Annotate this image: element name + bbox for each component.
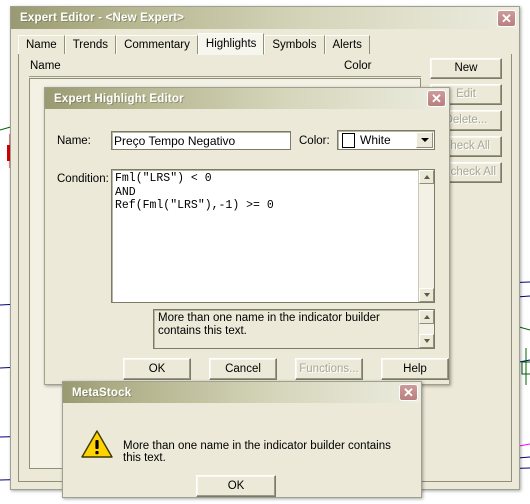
close-icon[interactable]: ✕: [427, 90, 446, 107]
cancel-button[interactable]: Cancel: [209, 358, 277, 380]
metastock-message-text: More than one name in the indicator buil…: [123, 440, 391, 464]
condition-text[interactable]: Fml("LRS") < 0 AND Ref(Fml("LRS"),-1) >=…: [112, 170, 418, 302]
tab-highlights[interactable]: Highlights: [197, 33, 265, 55]
help-button[interactable]: Help: [381, 358, 449, 380]
metastock-titlebar: MetaStock ✕: [63, 382, 421, 403]
name-input[interactable]: [111, 131, 291, 150]
metastock-ok-button[interactable]: OK: [196, 475, 276, 497]
color-selected-value: White: [360, 133, 391, 147]
metastock-title: MetaStock: [72, 386, 132, 399]
condition-editor[interactable]: Fml("LRS") < 0 AND Ref(Fml("LRS"),-1) >=…: [111, 169, 435, 303]
warning-triangle-icon: [81, 430, 113, 458]
column-header-name: Name: [30, 60, 61, 72]
status-message-box: More than one name in the indicator buil…: [153, 309, 435, 349]
header-divider: [29, 76, 421, 77]
highlight-editor-titlebar: Expert Highlight Editor ✕: [45, 88, 449, 109]
color-field-label: Color:: [299, 135, 330, 147]
functions-button: Functions...: [295, 358, 363, 380]
highlight-editor-body: Name: Color: White Condition: Fml("LRS")…: [45, 109, 449, 384]
tab-commentary[interactable]: Commentary: [116, 35, 198, 54]
scroll-down-icon[interactable]: [419, 288, 434, 302]
expert-editor-titlebar: Expert Editor - <New Expert> ✕: [11, 7, 519, 29]
scroll-down-icon[interactable]: [419, 334, 434, 348]
tab-alerts[interactable]: Alerts: [324, 35, 370, 54]
highlight-editor-dialog: Expert Highlight Editor ✕ Name: Color: W…: [44, 87, 450, 385]
condition-scrollbar[interactable]: [418, 170, 434, 302]
expert-editor-tabs: Name Trends Commentary Highlights Symbol…: [18, 33, 512, 55]
highlight-editor-buttons: OK Cancel Functions... Help: [45, 358, 449, 380]
chevron-down-icon[interactable]: [416, 132, 433, 148]
close-icon[interactable]: ✕: [399, 384, 418, 401]
condition-field-label: Condition:: [57, 173, 109, 185]
expert-editor-title: Expert Editor - <New Expert>: [20, 12, 185, 24]
status-message-text: More than one name in the indicator buil…: [158, 312, 380, 337]
metastock-body: More than one name in the indicator buil…: [63, 403, 421, 497]
tab-name[interactable]: Name: [18, 35, 65, 54]
color-select[interactable]: White: [337, 130, 435, 150]
new-button[interactable]: New: [430, 58, 502, 79]
name-field-label: Name:: [57, 135, 91, 147]
tab-trends[interactable]: Trends: [64, 35, 117, 54]
ok-button[interactable]: OK: [123, 358, 191, 380]
highlight-editor-title: Expert Highlight Editor: [54, 92, 184, 105]
status-scrollbar[interactable]: [418, 310, 434, 348]
metastock-message-dialog: MetaStock ✕ More than one name in the in…: [62, 381, 422, 498]
scroll-up-icon[interactable]: [419, 310, 434, 324]
scroll-up-icon[interactable]: [419, 170, 434, 184]
color-swatch-icon: [342, 132, 355, 148]
column-header-color: Color: [344, 60, 372, 72]
tab-symbols[interactable]: Symbols: [264, 35, 325, 54]
close-icon[interactable]: ✕: [497, 9, 516, 27]
